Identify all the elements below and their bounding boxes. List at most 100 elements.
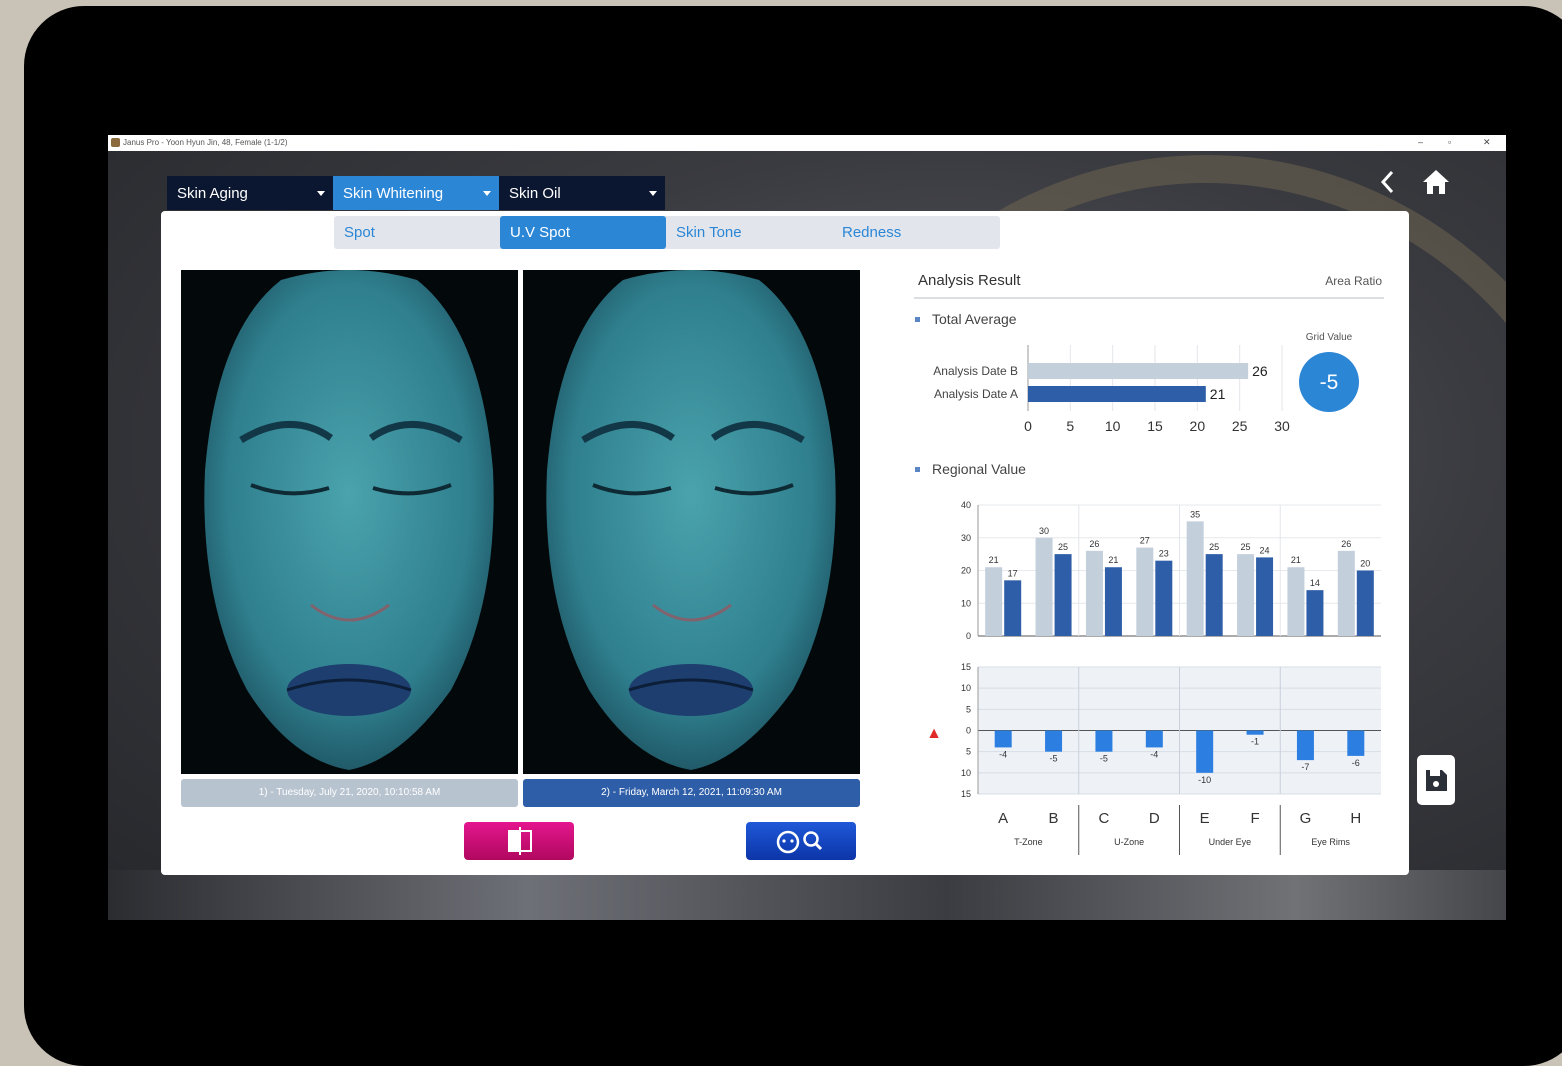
bar (1145, 730, 1163, 748)
subtab-redness[interactable]: Redness (832, 216, 998, 249)
bar (1186, 521, 1204, 636)
tab-skin-oil[interactable]: Skin Oil (499, 176, 665, 210)
bullet (915, 467, 920, 472)
x-tick-label: 0 (1024, 418, 1032, 434)
y-tick-label: 20 (961, 566, 971, 576)
face-photo-after[interactable] (523, 270, 860, 774)
category-label: C (1099, 810, 1110, 827)
data-label: -10 (1198, 775, 1211, 785)
bar (1028, 363, 1249, 379)
data-label: 26 (1252, 363, 1268, 379)
y-tick-label: 30 (961, 533, 971, 543)
data-label: 25 (1209, 542, 1219, 552)
face-zoom-button[interactable] (746, 822, 856, 860)
region-axis: A B C D E F G H T-Zone U-Zone Under Eye Eye Rims (998, 805, 1361, 861)
sort-updown-icon[interactable]: ▲ (926, 725, 942, 742)
bar (994, 730, 1012, 748)
data-label: 20 (1360, 559, 1370, 569)
y-tick-label: 15 (961, 789, 971, 799)
chevron-left-icon[interactable] (1377, 167, 1399, 197)
subtab-skin-tone[interactable]: Skin Tone (666, 216, 832, 249)
photo-date-after: 2) - Friday, March 12, 2021, 11:09:30 AM (523, 779, 860, 807)
y-tick-label: 15 (961, 662, 971, 672)
y-tick-label: 0 (966, 631, 971, 641)
category-label: E (1200, 810, 1210, 827)
maximize-button[interactable]: ▫ (1448, 137, 1451, 147)
data-label: 21 (989, 555, 999, 565)
category-tabs: Skin Aging Skin Whitening Skin Oil (167, 176, 665, 210)
regional-value-label: Regional Value (932, 461, 1026, 477)
data-label: 25 (1241, 542, 1251, 552)
data-label: 30 (1039, 526, 1049, 536)
bar (1237, 554, 1255, 636)
data-label: 35 (1190, 509, 1200, 519)
bar (1196, 730, 1214, 773)
caret-down-icon (649, 191, 657, 196)
group-label: T-Zone (1014, 837, 1043, 847)
split-compare-icon (508, 827, 532, 855)
data-label: -4 (1150, 749, 1158, 759)
category-label: D (1149, 810, 1160, 827)
data-label: -5 (1100, 754, 1108, 764)
analysis-charts: Analysis Result Area Ratio Total Average… (914, 272, 1384, 861)
subtab-uv-spot[interactable]: U.V Spot (500, 216, 666, 249)
category-label: Analysis Date B (933, 364, 1018, 378)
face-photo-before[interactable] (181, 270, 518, 774)
x-tick-label: 30 (1274, 418, 1290, 434)
bullet (915, 317, 920, 322)
data-label: -6 (1352, 758, 1360, 768)
data-label: 21 (1210, 386, 1226, 402)
bar (1337, 550, 1355, 636)
x-tick-label: 15 (1147, 418, 1163, 434)
bar (1246, 730, 1264, 735)
bar (1205, 554, 1223, 636)
data-label: 21 (1108, 555, 1118, 565)
analysis-mode: Area Ratio (1325, 274, 1382, 288)
save-icon (1426, 770, 1447, 791)
total-average-chart: 0 5 10 15 20 25 30 Analysis Date B 26 Analysis Da… (933, 345, 1290, 434)
home-icon[interactable] (1421, 167, 1451, 197)
y-tick-label: 10 (961, 598, 971, 608)
x-tick-label: 20 (1190, 418, 1206, 434)
grid-value: -5 (1320, 371, 1339, 394)
close-button[interactable]: ✕ (1483, 137, 1491, 148)
bar (1136, 547, 1154, 636)
subtab-spot[interactable]: Spot (334, 216, 500, 249)
save-button[interactable] (1417, 755, 1455, 805)
minimize-button[interactable]: – (1418, 137, 1423, 147)
title-bar: Janus Pro - Yoon Hyun Jin, 48, Female (1… (108, 135, 1506, 151)
group-label: Under Eye (1209, 837, 1252, 847)
caret-down-icon (317, 191, 325, 196)
bar (1356, 570, 1374, 636)
category-label: A (998, 810, 1008, 827)
regional-value-chart: 0 10 20 30 40 21 17 30 25 26 21 27 23 35 25 25 24 21 14 26 2… (961, 500, 1381, 641)
app-icon (111, 138, 120, 147)
bar (1287, 567, 1305, 636)
caret-down-icon (483, 191, 491, 196)
data-label: 17 (1008, 568, 1018, 578)
bar (1347, 730, 1365, 756)
y-tick-label: 5 (966, 704, 971, 714)
tab-skin-aging[interactable]: Skin Aging (167, 176, 333, 210)
face-zoom-icon (776, 830, 823, 854)
data-label: 24 (1260, 545, 1270, 555)
group-label: Eye Rims (1311, 837, 1350, 847)
data-label: 25 (1058, 542, 1068, 552)
y-tick-label: 40 (961, 500, 971, 510)
background-floor (108, 870, 1506, 920)
bar (985, 567, 1003, 636)
app-window: Janus Pro - Yoon Hyun Jin, 48, Female (1… (108, 135, 1506, 920)
x-tick-label: 25 (1232, 418, 1248, 434)
analysis-title: Analysis Result (918, 272, 1021, 289)
window-title: Janus Pro - Yoon Hyun Jin, 48, Female (1… (123, 138, 288, 147)
tab-skin-whitening[interactable]: Skin Whitening (333, 176, 499, 210)
data-label: 26 (1341, 539, 1351, 549)
compare-button[interactable] (464, 822, 574, 860)
bar (1256, 557, 1274, 636)
x-tick-label: 10 (1105, 418, 1121, 434)
data-label: 21 (1291, 555, 1301, 565)
x-tick-label: 5 (1066, 418, 1074, 434)
bar (1028, 386, 1206, 402)
sub-tabs: Spot U.V Spot Skin Tone Redness (334, 216, 1000, 249)
category-label: F (1250, 810, 1259, 827)
